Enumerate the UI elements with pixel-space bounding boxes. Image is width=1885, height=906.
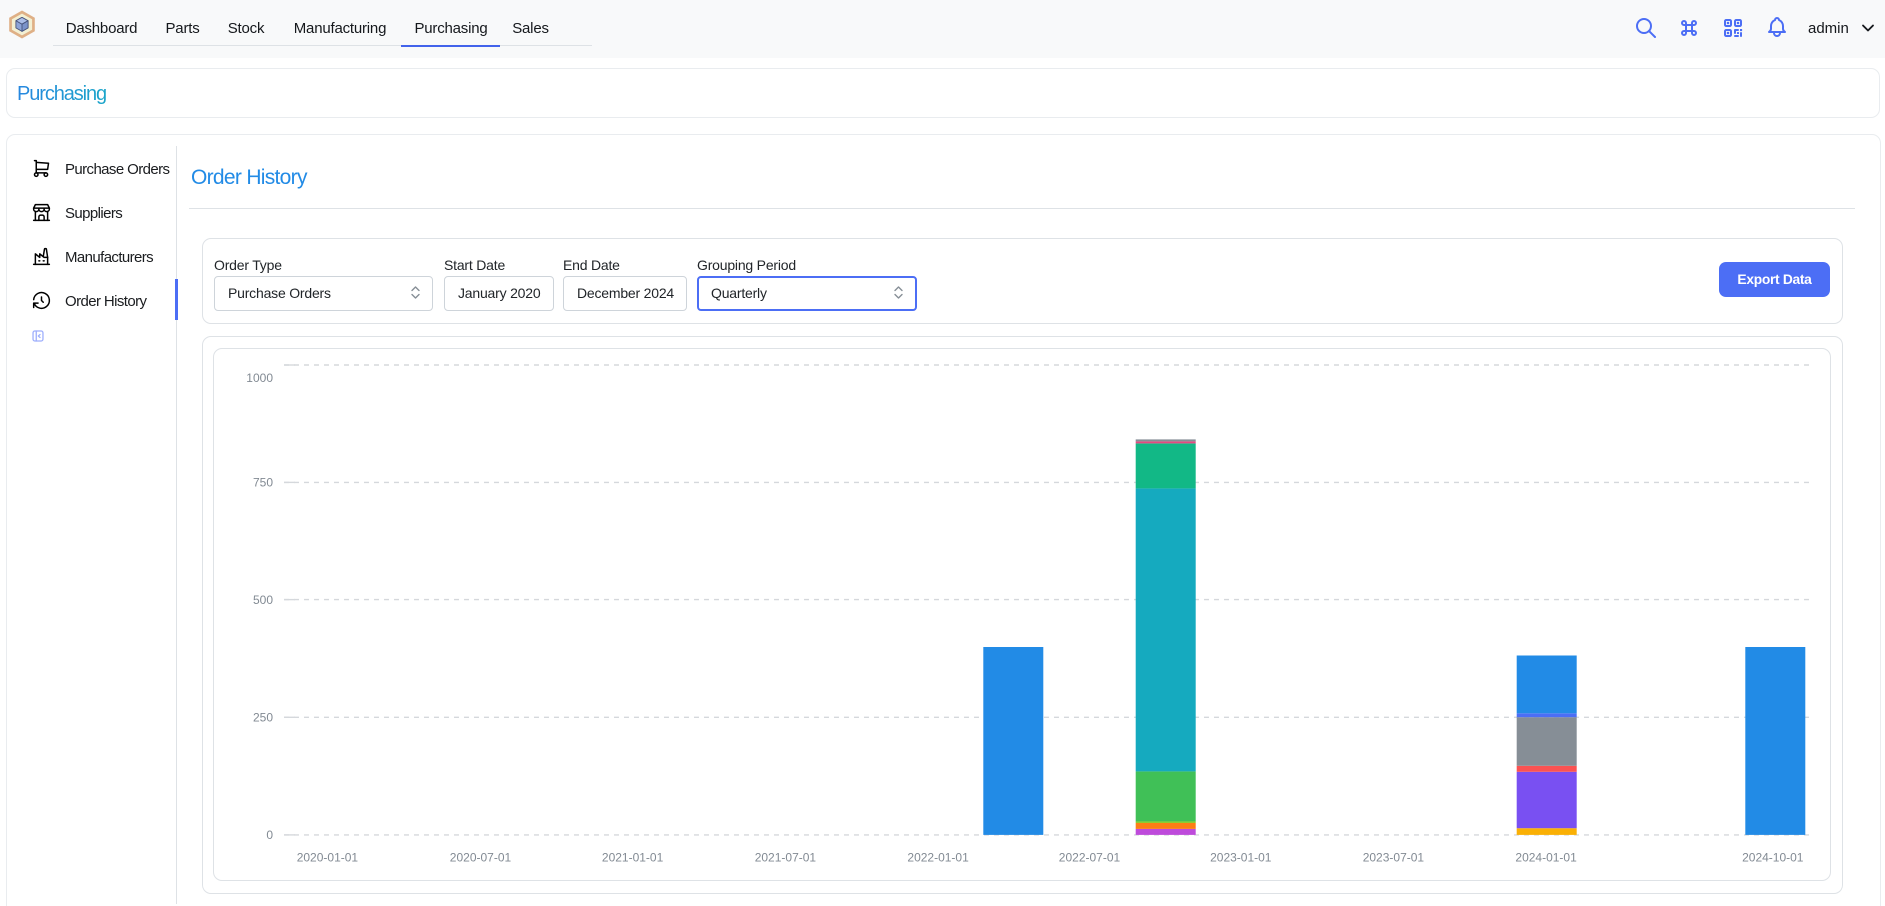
svg-text:2020-07-01: 2020-07-01 (450, 851, 512, 865)
svg-text:750: 750 (253, 476, 273, 490)
svg-text:500: 500 (253, 593, 273, 607)
svg-text:1000: 1000 (246, 371, 273, 385)
svg-text:2023-01-01: 2023-01-01 (1210, 851, 1272, 865)
svg-text:2022-07-01: 2022-07-01 (1059, 851, 1121, 865)
svg-text:0: 0 (266, 828, 273, 842)
svg-text:250: 250 (253, 711, 273, 725)
svg-text:2022-01-01: 2022-01-01 (907, 851, 969, 865)
svg-text:2021-07-01: 2021-07-01 (755, 851, 817, 865)
svg-text:2021-01-01: 2021-01-01 (602, 851, 664, 865)
svg-text:2024-01-01: 2024-01-01 (1515, 851, 1577, 865)
svg-text:2020-01-01: 2020-01-01 (297, 851, 359, 865)
svg-text:2024-10-01: 2024-10-01 (1742, 851, 1804, 865)
svg-text:2023-07-01: 2023-07-01 (1363, 851, 1425, 865)
